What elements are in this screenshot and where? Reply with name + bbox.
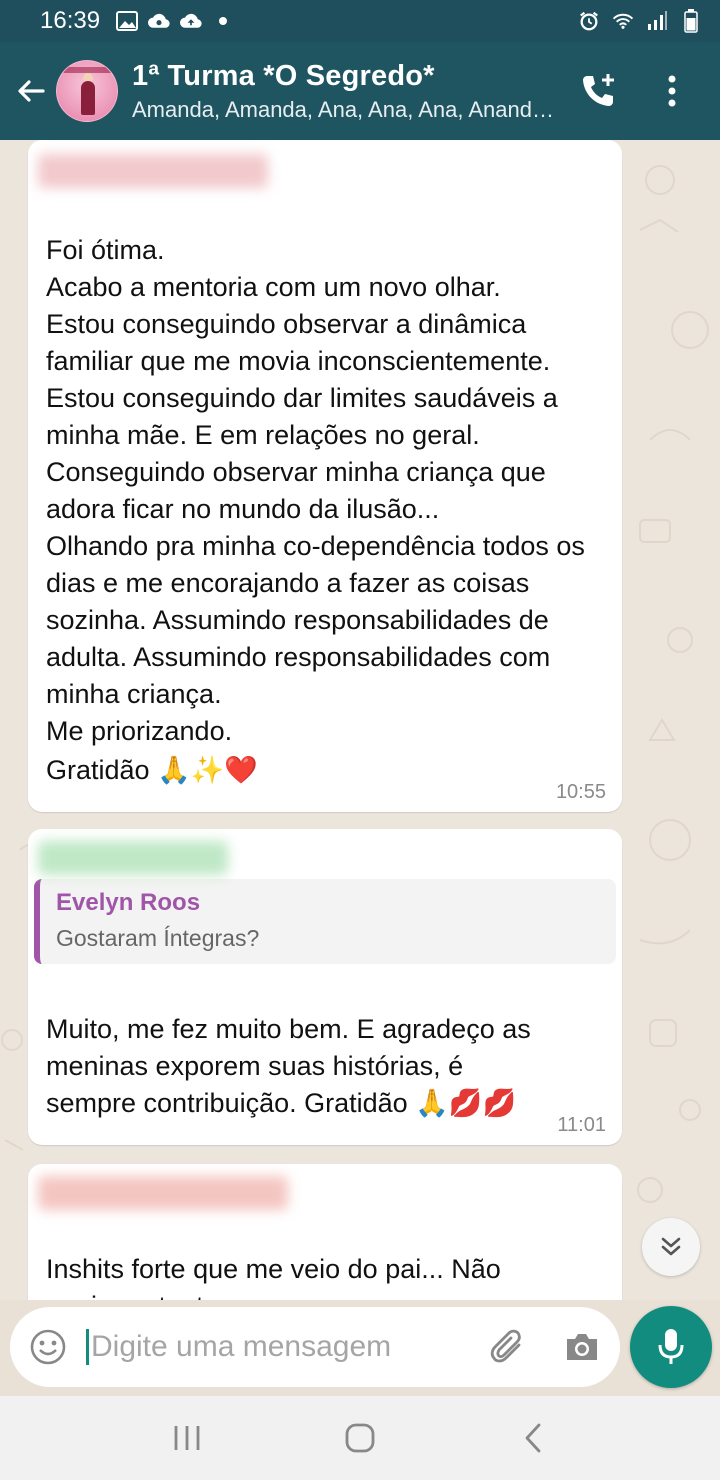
cloud-sync-icon: [148, 10, 170, 32]
text-cursor: [86, 1329, 89, 1365]
image-icon: [116, 10, 139, 32]
emoji-reaction: 🙏💋💋: [415, 1088, 517, 1119]
alarm-icon: [578, 10, 600, 32]
camera-icon[interactable]: [562, 1327, 602, 1367]
battery-icon: [680, 9, 702, 33]
status-time: 16:39: [40, 7, 101, 34]
message-text-end: Gratidão: [46, 755, 150, 785]
system-nav-bar: [0, 1396, 720, 1480]
emoji-reaction: 🙏✨❤️: [157, 755, 258, 786]
dot-icon: [212, 10, 234, 32]
chat-participants: Amanda, Amanda, Ana, Ana, Ana, Anand…: [132, 96, 554, 122]
sender-name-blurred: [38, 841, 228, 875]
message-input[interactable]: [91, 1330, 471, 1364]
emoji-icon[interactable]: [28, 1327, 68, 1367]
group-avatar[interactable]: [56, 60, 118, 122]
message-bubble[interactable]: Foi ótima. Acabo a mentoria com um novo …: [28, 140, 622, 812]
message-time: 11:01: [557, 1114, 606, 1136]
sender-name-blurred: [38, 1176, 288, 1210]
signal-icon: [646, 10, 668, 32]
back-icon[interactable]: [503, 1408, 563, 1468]
home-icon[interactable]: [330, 1408, 390, 1468]
back-arrow-icon[interactable]: [8, 61, 54, 121]
wifi-icon: [612, 10, 634, 32]
message-text: Muito, me fez muito bem. E agradeço as m…: [46, 1014, 531, 1081]
quote-text: Gostaram Íntegras?: [56, 925, 260, 951]
quote-sender: Evelyn Roos: [56, 889, 201, 916]
message-text-end: sempre contribuição. Gratidão: [46, 1088, 408, 1118]
cloud-upload-icon: [180, 10, 202, 32]
more-vert-icon[interactable]: [648, 67, 696, 115]
chat-title-block[interactable]: 1ª Turma *O Segredo* Amanda, Amanda, Ana…: [132, 60, 574, 123]
mic-button[interactable]: [630, 1306, 712, 1388]
message-bubble[interactable]: Inshits forte que me veio do pai... Não …: [28, 1164, 622, 1300]
status-bar: 16:39: [0, 0, 720, 42]
mic-icon: [658, 1329, 684, 1364]
add-call-icon[interactable]: [574, 67, 622, 115]
recent-apps-icon[interactable]: [157, 1408, 217, 1468]
sender-name-blurred: [38, 154, 268, 188]
scroll-to-bottom-button[interactable]: [642, 1218, 700, 1276]
message-text: Foi ótima. Acabo a mentoria com um novo …: [46, 235, 585, 746]
quoted-message[interactable]: Evelyn Roos Gostaram Íntegras?: [34, 879, 616, 964]
chat-title: 1ª Turma *O Segredo*: [132, 59, 435, 92]
message-composer: [10, 1307, 620, 1387]
chat-messages[interactable]: Foi ótima. Acabo a mentoria com um novo …: [0, 140, 720, 1300]
attach-icon[interactable]: [488, 1327, 528, 1367]
chat-header: 1ª Turma *O Segredo* Amanda, Amanda, Ana…: [0, 42, 720, 140]
double-chevron-down-icon: [661, 1237, 681, 1256]
message-text: Inshits forte que me veio do pai... Não …: [46, 1254, 501, 1300]
message-bubble[interactable]: Evelyn Roos Gostaram Íntegras? Muito, me…: [28, 829, 622, 1145]
message-time: 10:55: [555, 781, 606, 803]
